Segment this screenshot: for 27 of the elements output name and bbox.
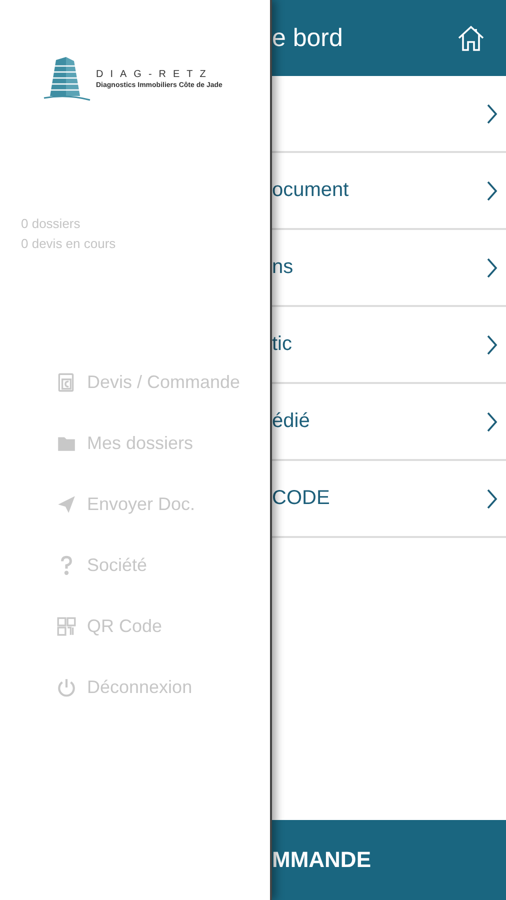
paper-plane-icon xyxy=(56,494,77,515)
list-row[interactable]: ocument xyxy=(272,153,506,230)
list-row[interactable]: CODE xyxy=(272,461,506,538)
row-label: CODE xyxy=(272,487,330,510)
home-icon[interactable] xyxy=(456,23,486,53)
chevron-right-icon xyxy=(486,410,498,432)
header-title: e bord xyxy=(272,24,343,52)
stat-text: 0 dossiers xyxy=(21,215,82,233)
list-row[interactable]: édié xyxy=(272,384,506,461)
building-logo-icon xyxy=(42,56,92,102)
logo-name: DIAG-RETZ xyxy=(96,69,214,80)
qr-code-icon xyxy=(56,616,77,637)
chevron-right-icon xyxy=(486,256,498,278)
row-label: ocument xyxy=(272,179,349,202)
bottom-bar-label: MMANDE xyxy=(272,847,371,873)
list-row[interactable]: ns xyxy=(272,230,506,307)
chevron-right-icon xyxy=(486,180,498,202)
power-icon xyxy=(56,677,77,698)
chevron-right-icon xyxy=(486,102,498,124)
row-label: édié xyxy=(272,410,310,433)
list-row[interactable]: tic xyxy=(272,307,506,384)
stat-text: 0 devis en cours xyxy=(21,235,117,253)
row-label: ns xyxy=(272,256,294,279)
row-label: tic xyxy=(272,333,292,356)
chevron-right-icon xyxy=(486,334,498,356)
bottom-bar[interactable]: MMANDE xyxy=(272,820,506,900)
chevron-right-icon xyxy=(486,488,498,510)
